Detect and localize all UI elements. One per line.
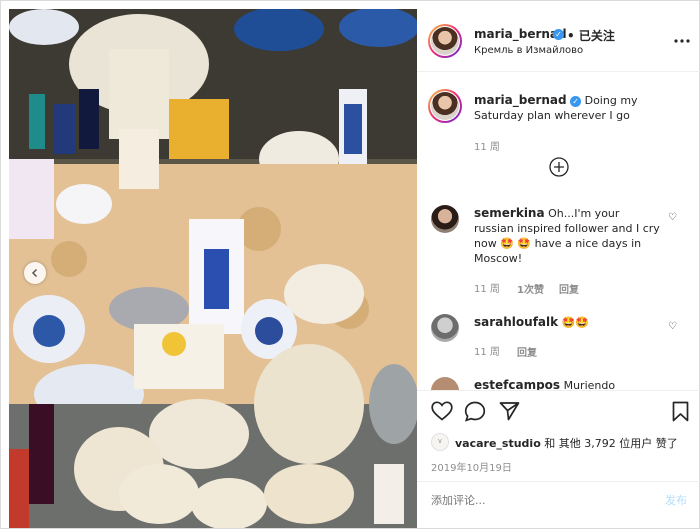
heart-icon[interactable]	[431, 401, 453, 421]
post-header: maria_bernad ✓ • 已关注 Кремль в Измайлово	[417, 9, 700, 72]
follow-status[interactable]: • 已关注	[567, 27, 615, 44]
liker-username[interactable]: vacare_studio	[455, 437, 541, 450]
chevron-left-icon	[31, 268, 38, 278]
post-location[interactable]: Кремль в Измайлово	[474, 45, 583, 56]
commenter-avatar[interactable]	[431, 377, 459, 390]
post-date[interactable]: 2019年10月19日	[431, 459, 512, 474]
likes-summary-text[interactable]: 和 其他 3,792 位用户 赞了	[544, 437, 677, 450]
comment-reply-button[interactable]: 回复	[559, 281, 579, 296]
more-options-icon[interactable]	[674, 39, 690, 43]
caption-age[interactable]: 11 周	[474, 138, 500, 153]
instagram-post: maria_bernad ✓ • 已关注 Кремль в Измайлово …	[0, 0, 700, 529]
comment-like-icon[interactable]: ♡	[668, 212, 677, 223]
commenter-avatar[interactable]	[431, 205, 459, 233]
post-actions: V vacare_studio 和 其他 3,792 位用户 赞了 2019年1…	[417, 390, 700, 477]
comment-text: 🤩🤩	[561, 316, 590, 329]
verified-badge-icon: ✓	[570, 95, 582, 107]
add-comment-input[interactable]	[431, 491, 641, 509]
plus-circle-icon[interactable]	[549, 157, 569, 177]
liker-avatar[interactable]: V	[431, 433, 449, 451]
post-side-panel: maria_bernad ✓ • 已关注 Кремль в Измайлово …	[417, 1, 700, 530]
comment-age[interactable]: 11 周	[474, 280, 500, 295]
comment-like-count[interactable]: 1次赞	[517, 281, 544, 296]
caption-avatar[interactable]	[428, 89, 462, 123]
comment-username[interactable]: sarahloufalk	[474, 315, 558, 329]
comment-username[interactable]: semerkina	[474, 206, 545, 220]
post-comment-button[interactable]: 发布	[665, 492, 687, 508]
comment-like-icon[interactable]: ♡	[668, 321, 677, 332]
likes-summary: vacare_studio 和 其他 3,792 位用户 赞了	[455, 435, 678, 451]
comment-item: estefcampos Muriendo	[417, 371, 700, 390]
comment-icon[interactable]	[464, 401, 486, 422]
porcelain-photo-illustration	[9, 9, 417, 528]
verified-badge-icon: ✓	[553, 29, 564, 40]
post-photo[interactable]	[9, 9, 417, 528]
commenter-avatar[interactable]	[431, 314, 459, 342]
carousel-previous-button[interactable]	[24, 262, 46, 284]
comment-reply-button[interactable]: 回复	[517, 344, 537, 359]
author-avatar[interactable]	[428, 24, 462, 58]
share-icon[interactable]	[499, 401, 520, 421]
bookmark-icon[interactable]	[672, 401, 689, 422]
add-comment-bar: 发布	[417, 481, 700, 531]
comment-text: Muriendo	[563, 379, 616, 390]
comment-username[interactable]: estefcampos	[474, 378, 560, 390]
caption-username[interactable]: maria_bernad	[474, 93, 567, 107]
comment-age[interactable]: 11 周	[474, 343, 500, 358]
